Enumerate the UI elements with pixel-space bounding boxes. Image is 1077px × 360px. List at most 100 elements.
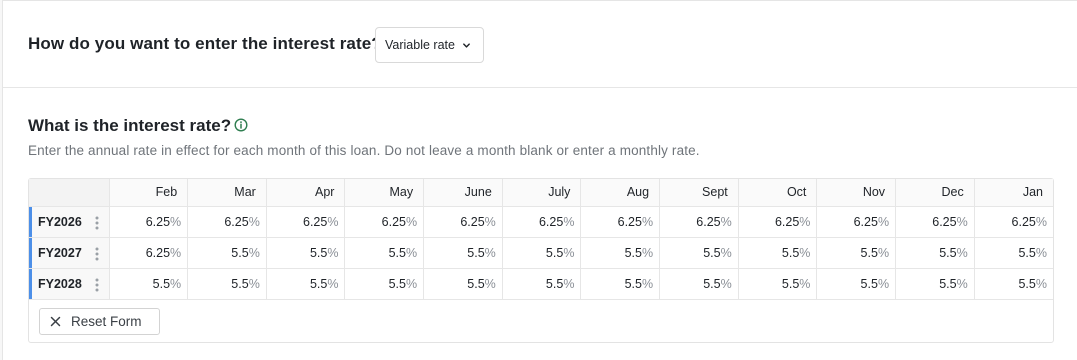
rate-cell[interactable]: 5.5%: [974, 237, 1053, 269]
rate-cell[interactable]: 5.5%: [109, 268, 189, 300]
rate-cell[interactable]: 5.5%: [344, 237, 425, 269]
percent-sign: %: [406, 245, 418, 260]
percent-sign: %: [877, 214, 890, 229]
rate-cell[interactable]: 5.5%: [423, 237, 503, 269]
percent-sign: %: [327, 214, 339, 229]
rate-value: 6.25: [932, 214, 957, 229]
rate-cell[interactable]: 5.5%: [187, 237, 267, 269]
rate-entry-section: How do you want to enter the interest ra…: [3, 1, 1077, 88]
interest-rate-card: How do you want to enter the interest ra…: [2, 0, 1077, 360]
close-icon: [50, 316, 61, 327]
rate-cell[interactable]: 5.5%: [502, 268, 582, 300]
table-row: FY2027 6.25% 5.5% 5.5% 5.5% 5.5% 5.5% 5.5% 5.5% 5…: [29, 237, 1053, 269]
rate-cell[interactable]: 5.5%: [738, 268, 818, 300]
rate-value: 5.5: [781, 245, 800, 260]
percent-sign: %: [641, 276, 654, 291]
rate-cell[interactable]: 5.5%: [816, 237, 897, 269]
rate-cell[interactable]: 6.25%: [187, 206, 267, 238]
percent-sign: %: [170, 214, 182, 229]
rate-cell[interactable]: 5.5%: [816, 268, 897, 300]
rate-value: 5.5: [624, 245, 642, 260]
rate-cell[interactable]: 5.5%: [580, 237, 661, 269]
rate-cell[interactable]: 5.5%: [659, 268, 739, 300]
percent-sign: %: [484, 276, 496, 291]
rate-cell[interactable]: 5.5%: [895, 237, 975, 269]
rate-value: 5.5: [703, 245, 721, 260]
percent-sign: %: [563, 276, 575, 291]
percent-sign: %: [406, 214, 418, 229]
rate-value: 5.5: [388, 276, 406, 291]
percent-sign: %: [248, 276, 260, 291]
row-label-cell: FY2026: [29, 206, 110, 238]
rate-value: 6.25: [1011, 214, 1036, 229]
entry-question: How do you want to enter the interest ra…: [28, 34, 382, 53]
rate-cell[interactable]: 6.25%: [580, 206, 661, 238]
percent-sign: %: [1035, 245, 1047, 260]
kebab-menu-icon[interactable]: [95, 247, 99, 261]
rate-cell[interactable]: 6.25%: [738, 206, 818, 238]
rate-cell[interactable]: 6.25%: [109, 237, 189, 269]
month-header-may: May: [344, 179, 425, 207]
rate-value: 5.5: [467, 276, 485, 291]
rate-grid: Feb Mar Apr May June July Aug Sept Oct Nov Dec Jan …: [28, 178, 1054, 343]
rate-cell[interactable]: 5.5%: [738, 237, 818, 269]
rate-cell[interactable]: 5.5%: [580, 268, 661, 300]
rate-cell[interactable]: 6.25%: [109, 206, 189, 238]
percent-sign: %: [484, 245, 496, 260]
rate-cell[interactable]: 6.25%: [344, 206, 425, 238]
rate-value: 5.5: [545, 245, 564, 260]
percent-sign: %: [170, 245, 182, 260]
chevron-down-icon: [462, 41, 471, 50]
reset-form-label: Reset Form: [71, 314, 142, 329]
info-icon[interactable]: [234, 118, 248, 132]
kebab-menu-icon[interactable]: [95, 216, 99, 230]
rate-value: 5.5: [939, 245, 957, 260]
rate-value: 5.5: [467, 245, 485, 260]
rate-value: 6.25: [460, 214, 485, 229]
percent-sign: %: [720, 276, 732, 291]
rate-value: 6.25: [145, 245, 171, 260]
rate-cell[interactable]: 5.5%: [974, 268, 1053, 300]
kebab-menu-icon[interactable]: [95, 278, 99, 292]
rate-cell[interactable]: 6.25%: [266, 206, 346, 238]
month-header-june: June: [423, 179, 503, 207]
reset-form-button[interactable]: Reset Form: [39, 308, 160, 335]
row-label: FY2027: [38, 245, 82, 260]
month-header-row: Feb Mar Apr May June July Aug Sept Oct Nov Dec Jan: [29, 179, 1053, 207]
percent-sign: %: [720, 245, 732, 260]
rate-value: 6.25: [696, 214, 721, 229]
month-header-jan: Jan: [974, 179, 1053, 207]
rate-cell[interactable]: 6.25%: [659, 206, 739, 238]
row-accent-bar: [29, 268, 32, 299]
rate-value: 6.25: [538, 214, 564, 229]
rate-value: 5.5: [1018, 245, 1036, 260]
rate-cell[interactable]: 6.25%: [895, 206, 975, 238]
row-label-cell: FY2028: [29, 268, 110, 300]
rate-cell[interactable]: 5.5%: [659, 237, 739, 269]
rate-value: 6.25: [774, 214, 800, 229]
rate-value: 5.5: [231, 276, 249, 291]
table-row: FY2026 6.25% 6.25% 6.25% 6.25% 6.25% 6.25% 6.25…: [29, 206, 1053, 238]
rate-value: 6.25: [381, 214, 406, 229]
rate-cell[interactable]: 6.25%: [502, 206, 582, 238]
month-header-feb: Feb: [109, 179, 189, 207]
rate-value: 5.5: [703, 276, 721, 291]
row-label: FY2028: [38, 276, 82, 291]
rate-cell[interactable]: 6.25%: [974, 206, 1053, 238]
rate-question: What is the interest rate?: [28, 116, 232, 135]
rate-cell[interactable]: 5.5%: [423, 268, 503, 300]
month-header-oct: Oct: [738, 179, 818, 207]
rate-cell[interactable]: 5.5%: [266, 268, 346, 300]
rate-cell[interactable]: 5.5%: [187, 268, 267, 300]
rate-cell[interactable]: 6.25%: [816, 206, 897, 238]
rate-value: 5.5: [860, 276, 878, 291]
rate-cell[interactable]: 5.5%: [502, 237, 582, 269]
rate-cell[interactable]: 5.5%: [344, 268, 425, 300]
rate-cell[interactable]: 5.5%: [895, 268, 975, 300]
percent-sign: %: [1035, 214, 1047, 229]
month-header-apr: Apr: [266, 179, 346, 207]
rate-cell[interactable]: 5.5%: [266, 237, 346, 269]
rate-cell[interactable]: 6.25%: [423, 206, 503, 238]
rate-value: 5.5: [309, 276, 328, 291]
rate-type-select[interactable]: Variable rate: [375, 27, 484, 63]
